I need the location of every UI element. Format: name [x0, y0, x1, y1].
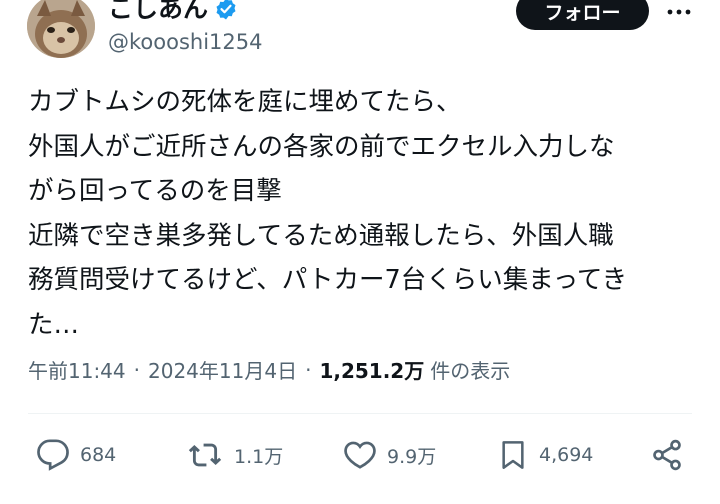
repost-count: 1.1万 — [234, 445, 284, 468]
bookmark-count: 4,694 — [539, 444, 594, 466]
tweet-meta: 午前11:44 · 2024年11月4日 · 1,251.2万 件の表示 — [28, 355, 510, 384]
reply-count: 684 — [80, 444, 117, 466]
reply-button[interactable]: 684 — [36, 432, 116, 478]
like-count: 9.9万 — [387, 445, 437, 468]
cat-avatar-image — [27, 0, 95, 58]
tweet-text-line: た… — [28, 309, 80, 340]
tweet-text-line: 務質問受けてるけど、パトカー7台くらい集まってき — [28, 265, 628, 295]
display-name[interactable]: こしあん — [108, 0, 208, 24]
tweet-text-line: がら回ってるのを目撃 — [28, 176, 282, 206]
bookmark-icon — [502, 441, 524, 469]
share-icon — [653, 439, 681, 471]
views-label: 件の表示 — [430, 359, 511, 383]
views-count: 1,251.2万 — [319, 359, 425, 383]
tweet-text: カブトムシの死体を庭に埋めてたら、 外国人がご近所さんの各家の前でエクセル入力し… — [28, 80, 698, 347]
meta-separator: · — [133, 357, 140, 382]
tweet-text-line: 外国人がご近所さんの各家の前でエクセル入力しな — [28, 131, 615, 162]
like-button[interactable]: 9.9万 — [343, 432, 436, 478]
share-button[interactable] — [650, 432, 684, 478]
display-name-row[interactable]: こしあん — [108, 0, 238, 24]
heart-icon — [344, 441, 376, 469]
tweet-date[interactable]: 2024年11月4日 — [148, 355, 297, 384]
avatar[interactable] — [27, 0, 95, 58]
reply-icon — [37, 439, 69, 471]
tweet-text-line: 近隣で空き巣多発してるため通報したら、外国人職 — [28, 220, 614, 251]
tweet-time[interactable]: 午前11:44 — [28, 355, 126, 384]
meta-separator: · — [305, 357, 312, 382]
divider — [28, 413, 692, 414]
user-handle[interactable]: @koooshi1254 — [108, 30, 263, 54]
follow-button[interactable]: フォロー — [516, 0, 649, 30]
tweet-actions: 684 1.1万 9.9万 4,694 — [0, 432, 720, 478]
verified-badge-icon — [214, 0, 238, 21]
bookmark-button[interactable]: 4,694 — [497, 432, 593, 478]
repost-icon — [188, 443, 222, 467]
repost-button[interactable]: 1.1万 — [186, 432, 283, 478]
tweet-text-line: カブトムシの死体を庭に埋めてたら、 — [28, 87, 462, 117]
more-options-icon[interactable] — [663, 0, 695, 26]
tweet-page: こしあん @koooshi1254 フォロー カブトムシの死体を庭に埋めてたら、… — [0, 0, 720, 504]
